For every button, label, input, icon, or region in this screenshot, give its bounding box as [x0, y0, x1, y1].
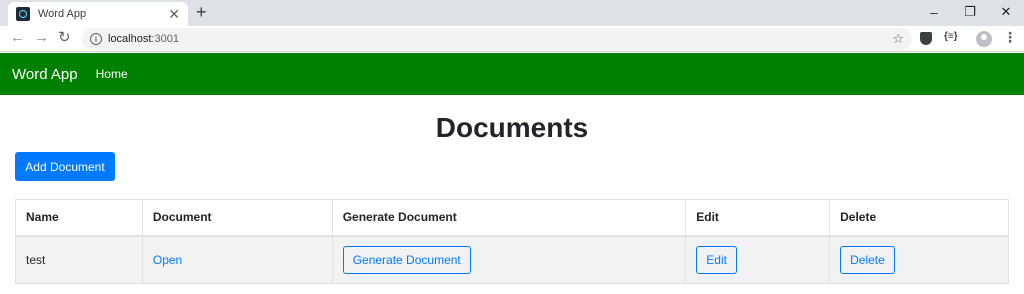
header-name: Name [15, 199, 143, 237]
delete-button[interactable]: Delete [840, 245, 895, 274]
site-info-icon[interactable]: i [90, 33, 102, 45]
nav-link-home[interactable]: Home [96, 67, 128, 81]
tab-title: Word App [38, 8, 87, 20]
edit-button[interactable]: Edit [696, 245, 737, 274]
navbar-brand[interactable]: Word App [12, 66, 78, 83]
browser-menu-icon[interactable]: ⋮ [1003, 30, 1017, 44]
cell-delete: Delete [829, 235, 1009, 284]
new-tab-icon[interactable]: + [196, 3, 207, 21]
url-port: :3001 [151, 33, 179, 45]
table-row: test Open Generate Document Edit Delete [15, 235, 1009, 284]
cell-document: Open [141, 235, 333, 284]
window-controls: – ❐ ✕ [916, 0, 1024, 26]
tab-close-icon[interactable]: ✕ [168, 7, 180, 21]
browser-toolbar: ← → ↻ i localhost :3001 ☆ {≡} ⋮ [0, 26, 1024, 52]
documents-table: Name Document Generate Document Edit Del… [15, 199, 1009, 284]
cell-name: test [15, 235, 143, 284]
table-header-row: Name Document Generate Document Edit Del… [15, 199, 1009, 237]
add-document-button[interactable]: Add Document [15, 152, 115, 181]
header-delete: Delete [829, 199, 1009, 237]
cell-edit: Edit [685, 235, 831, 284]
restore-icon[interactable]: ❐ [952, 0, 988, 24]
open-document-link[interactable]: Open [153, 253, 182, 267]
app-navbar: Word App Home [0, 53, 1024, 95]
bookmark-star-icon[interactable]: ☆ [892, 31, 904, 47]
json-extension-icon[interactable]: {≡} [944, 31, 958, 42]
react-favicon-icon [16, 7, 30, 21]
url-host: localhost [108, 33, 152, 45]
forward-icon[interactable]: → [34, 30, 49, 46]
browser-tab[interactable]: Word App ✕ [8, 2, 188, 26]
reload-icon[interactable]: ↻ [58, 30, 71, 46]
header-generate-document: Generate Document [331, 199, 687, 237]
browser-tab-strip: Word App ✕ + – ❐ ✕ [0, 0, 1024, 26]
header-edit: Edit [685, 199, 831, 237]
close-window-icon[interactable]: ✕ [988, 0, 1024, 24]
back-icon[interactable]: ← [10, 30, 25, 46]
address-bar[interactable]: i localhost :3001 ☆ [82, 28, 912, 50]
generate-document-button[interactable]: Generate Document [342, 245, 471, 274]
shield-extension-icon[interactable] [920, 32, 932, 45]
header-document: Document [141, 199, 333, 237]
minimize-icon[interactable]: – [916, 0, 952, 24]
cell-generate: Generate Document [331, 235, 687, 284]
page-title: Documents [435, 112, 589, 143]
profile-avatar-icon[interactable] [976, 31, 992, 47]
